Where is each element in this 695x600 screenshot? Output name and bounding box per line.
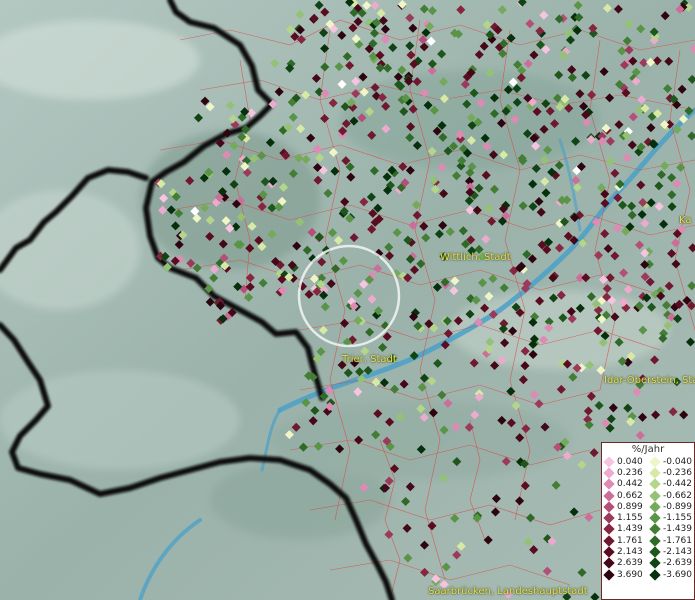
legend-label: 0.662 [617, 490, 643, 501]
legend-title: %/Jahr [631, 444, 665, 455]
legend-row: -1.761 [648, 535, 694, 547]
legend-row: 0.442 [602, 478, 648, 490]
map-canvas[interactable] [0, 0, 695, 600]
legend-label: -2.143 [663, 547, 693, 558]
legend-swatch [649, 455, 661, 468]
legend-label: -1.155 [663, 513, 693, 524]
legend-label: -1.439 [663, 524, 693, 535]
legend-row: -2.639 [648, 557, 694, 569]
legend-label: 0.236 [617, 467, 643, 478]
legend-label: -0.236 [663, 467, 693, 478]
legend-swatch [603, 512, 615, 524]
legend-swatch [603, 501, 615, 513]
legend-row: -0.899 [648, 501, 694, 513]
legend-swatch [603, 455, 615, 468]
legend-swatch [649, 557, 661, 569]
city-label-idar-oberstein: Idar-Oberstein, Sta [604, 375, 695, 386]
legend-swatch [649, 523, 661, 536]
legend-swatch [649, 535, 661, 547]
legend-label: -0.899 [663, 501, 693, 512]
legend-row: 2.639 [602, 557, 648, 569]
city-label-wittlich: Wittlich, Stadt [440, 252, 511, 263]
legend-row: 0.040 [602, 455, 648, 468]
legend-swatch [603, 467, 615, 479]
legend-swatch [603, 478, 615, 490]
legend-label: 3.690 [617, 569, 643, 580]
city-label-kaiserslautern: Ka [679, 215, 692, 226]
legend-row: 1.761 [602, 535, 648, 547]
legend-label: 2.143 [617, 547, 643, 558]
legend-label: 1.761 [617, 535, 643, 546]
legend-positive-column: 0.040 0.236 0.442 0.662 0.899 1.155 1.439 1.761… [602, 455, 648, 581]
legend-row: -1.155 [648, 512, 694, 524]
legend-swatch [603, 489, 615, 502]
legend-swatch [649, 501, 661, 513]
legend-swatch [649, 546, 661, 558]
legend-negative-column: -0.040 -0.236 -0.442 -0.662 -0.899 -1.155 -1.4… [648, 455, 694, 581]
legend-swatch [649, 467, 661, 479]
legend-swatch [603, 568, 615, 581]
legend-row: 0.236 [602, 467, 648, 479]
legend-row: -0.442 [648, 478, 694, 490]
legend-label: -3.690 [663, 569, 693, 580]
legend-label: -0.662 [663, 490, 693, 501]
city-label-saarbruecken: Saarbrücken, Landeshauptstadt [428, 586, 588, 597]
legend-row: -3.690 [648, 568, 694, 581]
legend-swatch [603, 523, 615, 536]
legend-row: -0.662 [648, 489, 694, 502]
legend-swatch [649, 489, 661, 502]
city-label-trier: Trier, Stadt [342, 354, 397, 365]
legend-swatch [603, 557, 615, 569]
legend-row: 2.143 [602, 546, 648, 558]
legend-label: 2.639 [617, 558, 643, 569]
legend-row: -0.236 [648, 467, 694, 479]
legend-row: -2.143 [648, 546, 694, 558]
legend-label: -0.442 [663, 479, 693, 490]
legend-label: -1.761 [663, 535, 693, 546]
legend-row: 3.690 [602, 568, 648, 581]
legend-row: 0.662 [602, 489, 648, 502]
legend-swatch [649, 568, 661, 581]
legend-swatch [603, 535, 615, 547]
legend-row: -0.040 [648, 455, 694, 468]
legend-label: 1.155 [617, 513, 643, 524]
legend-row: 0.899 [602, 501, 648, 513]
legend-label: -2.639 [663, 558, 693, 569]
legend-label: 1.439 [617, 524, 643, 535]
legend-label: 0.899 [617, 501, 643, 512]
legend-swatch [649, 478, 661, 490]
legend-row: 1.155 [602, 512, 648, 524]
legend-label: 0.442 [617, 479, 643, 490]
legend-swatch [603, 546, 615, 558]
legend-label: -0.040 [663, 456, 693, 467]
legend-swatch [649, 512, 661, 524]
legend: %/Jahr 0.040 0.236 0.442 0.662 0.899 1.155 1.4… [601, 442, 695, 600]
legend-label: 0.040 [617, 456, 643, 467]
legend-row: 1.439 [602, 523, 648, 536]
legend-row: -1.439 [648, 523, 694, 536]
